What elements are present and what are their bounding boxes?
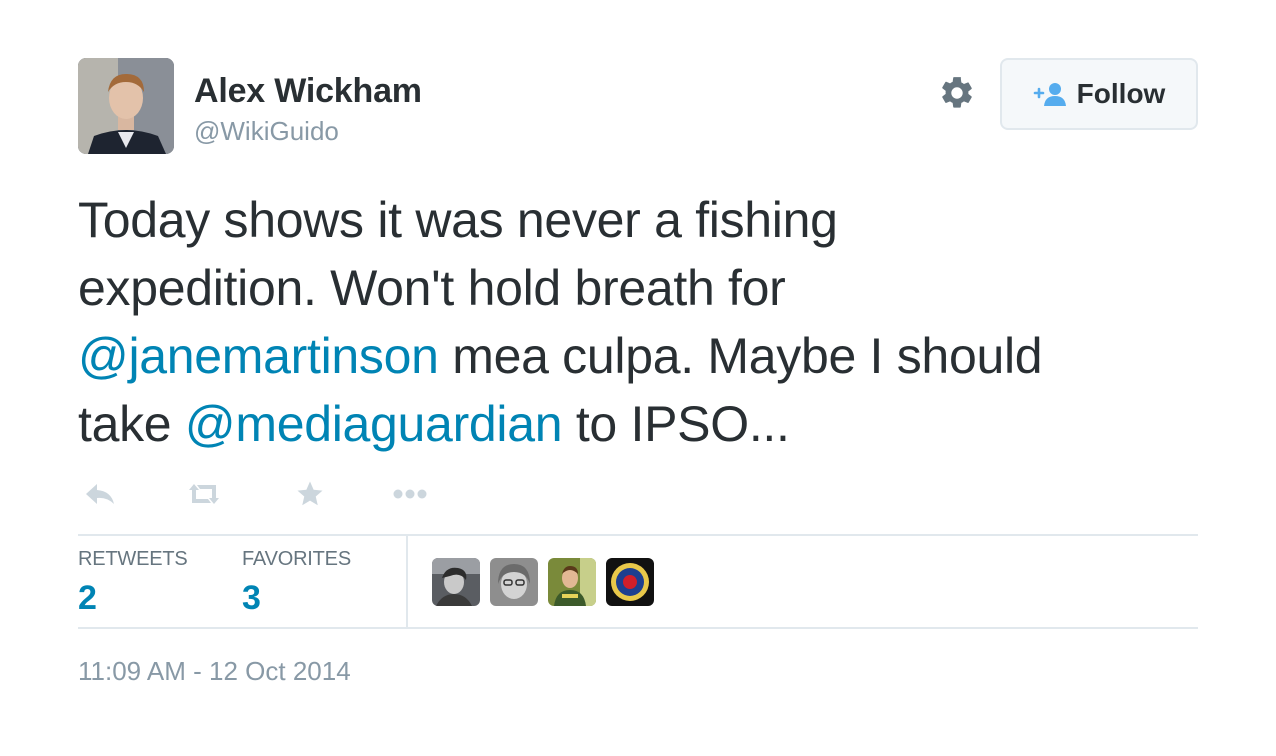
retweets-stat[interactable]: RETWEETS 2	[78, 548, 188, 618]
favoriter-avatar[interactable]	[548, 558, 596, 606]
follow-button[interactable]: Follow	[1000, 58, 1198, 130]
favorite-icon[interactable]	[288, 472, 332, 516]
tweet-line: expedition. Won't hold breath for	[78, 260, 786, 316]
mention-link[interactable]: @janemartinson	[78, 328, 439, 384]
tweet-text-fragment: take	[78, 396, 185, 452]
gear-icon[interactable]	[936, 72, 978, 114]
reply-icon[interactable]	[78, 472, 122, 516]
mention-link[interactable]: @mediaguardian	[185, 396, 563, 452]
favorites-stat[interactable]: FAVORITES 3	[242, 548, 351, 618]
timestamp[interactable]: 11:09 AM - 12 Oct 2014	[78, 656, 351, 687]
follow-label: Follow	[1076, 78, 1166, 109]
more-icon[interactable]	[388, 472, 432, 516]
author-name[interactable]: Alex Wickham	[194, 72, 422, 111]
favoriter-avatar-1-icon	[432, 558, 480, 606]
tweet-text-fragment: to IPSO...	[562, 396, 790, 452]
favorites-label: FAVORITES	[242, 548, 351, 570]
favoriter-avatar-3-icon	[548, 558, 596, 606]
tweet-text-fragment: mea culpa. Maybe I should	[438, 328, 1043, 384]
divider	[78, 534, 1198, 536]
favoriter-avatar[interactable]	[432, 558, 480, 606]
retweets-count: 2	[78, 579, 97, 617]
tweet-line: @janemartinson mea culpa. Maybe I should	[78, 322, 1198, 390]
favoriter-avatars	[432, 558, 654, 606]
roundel-avatar-icon	[606, 558, 654, 606]
favoriter-avatar-2-icon	[490, 558, 538, 606]
divider	[78, 627, 1198, 629]
tweet-text: Today shows it was never a fishing exped…	[78, 186, 1198, 458]
stats-divider	[406, 536, 408, 628]
retweets-label: RETWEETS	[78, 548, 188, 570]
retweet-icon[interactable]	[182, 472, 226, 516]
author-handle[interactable]: @WikiGuido	[194, 116, 339, 147]
favoriter-avatar[interactable]	[606, 558, 654, 606]
tweet-line: take @mediaguardian to IPSO...	[78, 390, 1198, 458]
favorites-count: 3	[242, 579, 261, 617]
favoriter-avatar[interactable]	[490, 558, 538, 606]
user-photo-icon	[78, 58, 174, 154]
author-avatar[interactable]	[78, 58, 174, 154]
add-user-icon	[1033, 83, 1066, 106]
tweet-line: Today shows it was never a fishing	[78, 192, 838, 248]
